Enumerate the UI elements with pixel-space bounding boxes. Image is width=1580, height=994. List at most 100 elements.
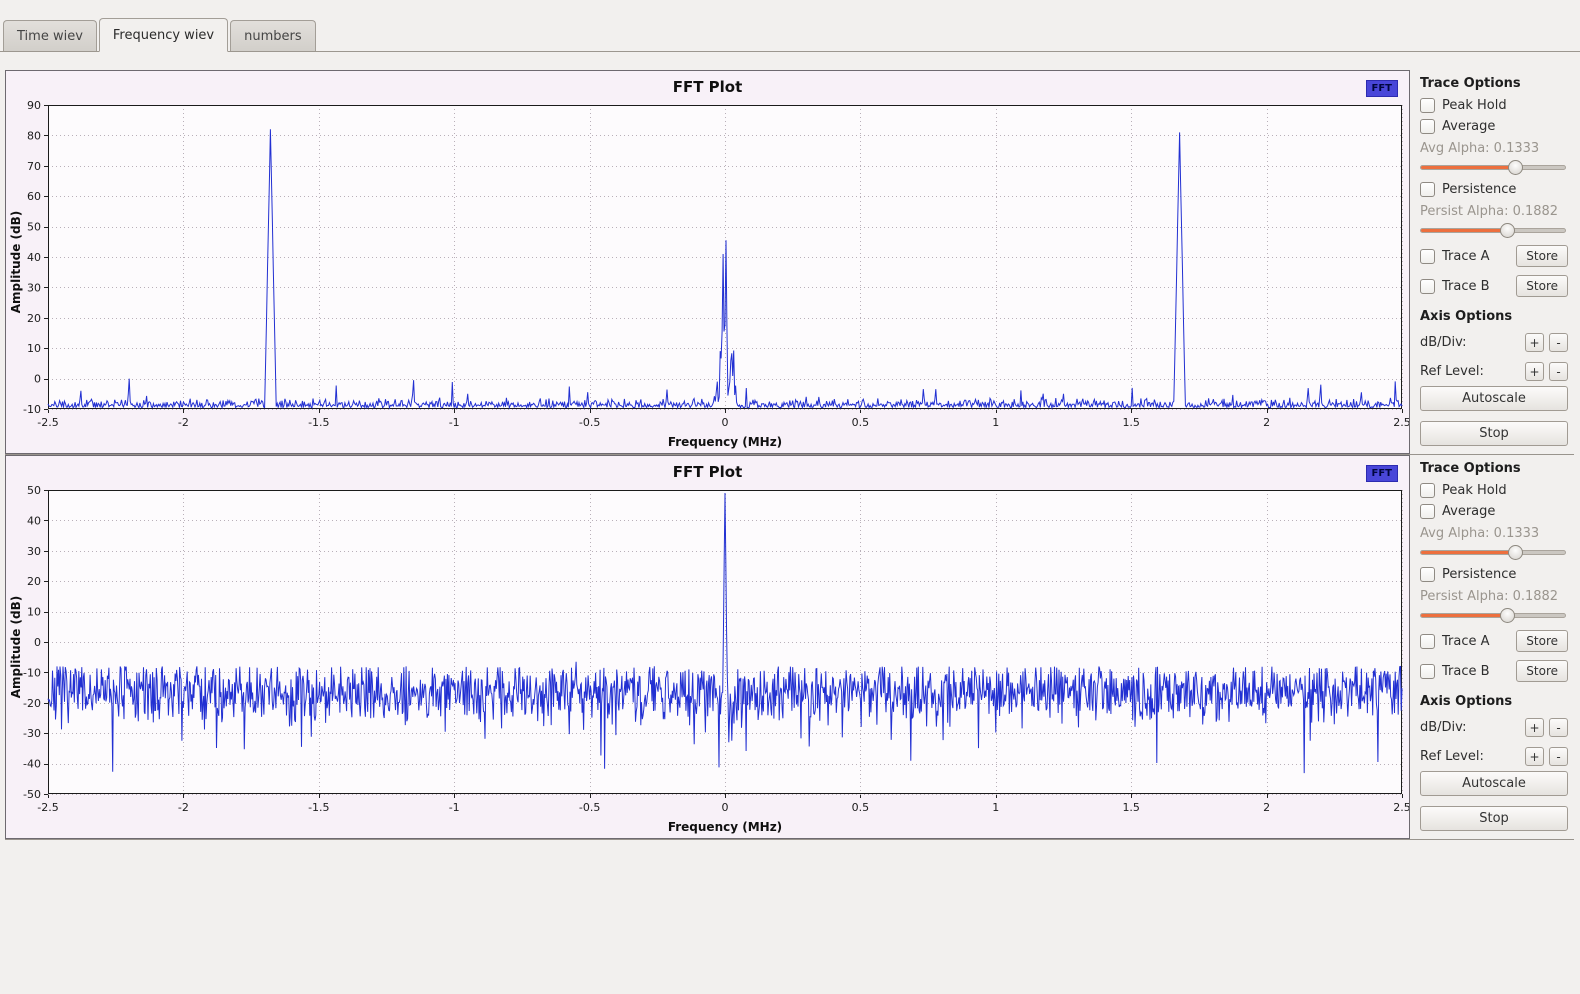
svg-text:0: 0 [722, 416, 729, 429]
slider-handle[interactable] [1508, 160, 1523, 175]
persist-alpha-label: Persist Alpha: 0.1882 [1420, 204, 1568, 219]
checkbox-box[interactable] [1420, 119, 1435, 134]
autoscale-button[interactable]: Autoscale [1420, 771, 1568, 796]
persistence-label: Persistence [1442, 567, 1516, 582]
ref-level-label: Ref Level: [1420, 749, 1520, 764]
svg-text:10: 10 [27, 342, 41, 355]
svg-text:1: 1 [992, 416, 999, 429]
fft-panel-1: -2.5-2-1.5-1-0.500.511.522.5908070605040… [5, 70, 1574, 455]
trace-a-label: Trace A [1442, 634, 1490, 649]
svg-text:70: 70 [27, 160, 41, 173]
fft-legend-badge[interactable]: FFT [1366, 465, 1398, 482]
svg-text:2: 2 [1263, 801, 1270, 814]
trace-a-checkbox[interactable] [1420, 634, 1435, 649]
svg-text:1.5: 1.5 [1122, 801, 1140, 814]
checkbox-box[interactable] [1420, 98, 1435, 113]
fft-plotbox-2: -2.5-2-1.5-1-0.500.511.522.550403020100-… [5, 455, 1410, 839]
trace-a-row: Trace A Store [1420, 245, 1568, 267]
slider-fill [1421, 229, 1507, 232]
persist-alpha-label: Persist Alpha: 0.1882 [1420, 589, 1568, 604]
fft-plot-canvas-1[interactable]: -2.5-2-1.5-1-0.500.511.522.5908070605040… [6, 71, 1409, 453]
slider-track[interactable] [1420, 550, 1566, 555]
tab-time-wiev[interactable]: Time wiev [3, 20, 97, 51]
ref-level-plus-button[interactable]: + [1525, 747, 1544, 766]
avg-alpha-label: Avg Alpha: 0.1333 [1420, 526, 1568, 541]
ref-level-label: Ref Level: [1420, 364, 1520, 379]
slider-track[interactable] [1420, 165, 1566, 170]
checkbox-box[interactable] [1420, 483, 1435, 498]
trace-a-store-button[interactable]: Store [1516, 630, 1568, 652]
svg-text:40: 40 [27, 251, 41, 264]
svg-text:-2: -2 [178, 801, 189, 814]
average-checkbox[interactable]: Average [1420, 119, 1568, 134]
slider-fill [1421, 614, 1507, 617]
svg-text:0.5: 0.5 [852, 416, 870, 429]
svg-text:0.5: 0.5 [852, 801, 870, 814]
stop-button[interactable]: Stop [1420, 806, 1568, 831]
peak-hold-checkbox[interactable]: Peak Hold [1420, 98, 1568, 113]
svg-text:-2.5: -2.5 [37, 416, 58, 429]
svg-text:2.5: 2.5 [1393, 416, 1409, 429]
average-label: Average [1442, 119, 1495, 134]
db-div-minus-button[interactable]: - [1549, 718, 1568, 737]
ref-level-row: Ref Level: + - [1420, 747, 1568, 766]
ref-level-row: Ref Level: + - [1420, 362, 1568, 381]
db-div-plus-button[interactable]: + [1525, 718, 1544, 737]
db-div-label: dB/Div: [1420, 335, 1520, 350]
svg-text:2.5: 2.5 [1393, 801, 1409, 814]
svg-text:40: 40 [27, 514, 41, 527]
checkbox-box[interactable] [1420, 182, 1435, 197]
checkbox-box[interactable] [1420, 567, 1435, 582]
slider-handle[interactable] [1500, 608, 1515, 623]
svg-text:-1.5: -1.5 [308, 801, 329, 814]
svg-text:30: 30 [27, 281, 41, 294]
checkbox-box[interactable] [1420, 504, 1435, 519]
ref-level-minus-button[interactable]: - [1549, 747, 1568, 766]
trace-b-checkbox[interactable] [1420, 664, 1435, 679]
slider-track[interactable] [1420, 228, 1566, 233]
tab-bar: Time wiev Frequency wiev numbers [0, 0, 1580, 52]
db-div-plus-button[interactable]: + [1525, 333, 1544, 352]
tab-frequency-wiev[interactable]: Frequency wiev [99, 18, 228, 52]
fft-legend-badge[interactable]: FFT [1366, 80, 1398, 97]
trace-options-header: Trace Options [1420, 461, 1568, 476]
trace-b-label: Trace B [1442, 664, 1490, 679]
svg-text:2: 2 [1263, 416, 1270, 429]
fft-plot-canvas-2[interactable]: -2.5-2-1.5-1-0.500.511.522.550403020100-… [6, 456, 1409, 838]
persistence-checkbox[interactable]: Persistence [1420, 182, 1568, 197]
avg-alpha-slider[interactable] [1420, 160, 1566, 174]
tab-content: -2.5-2-1.5-1-0.500.511.522.5908070605040… [0, 52, 1580, 992]
svg-text:-1: -1 [449, 801, 460, 814]
ref-level-minus-button[interactable]: - [1549, 362, 1568, 381]
autoscale-button[interactable]: Autoscale [1420, 386, 1568, 411]
avg-alpha-slider[interactable] [1420, 545, 1566, 559]
tab-numbers[interactable]: numbers [230, 20, 316, 51]
slider-fill [1421, 166, 1516, 169]
persistence-label: Persistence [1442, 182, 1516, 197]
svg-text:-1.5: -1.5 [308, 416, 329, 429]
x-axis-label: Frequency (MHz) [48, 435, 1402, 449]
x-axis-label: Frequency (MHz) [48, 820, 1402, 834]
svg-text:-2: -2 [178, 416, 189, 429]
slider-handle[interactable] [1508, 545, 1523, 560]
svg-text:20: 20 [27, 312, 41, 325]
persist-alpha-slider[interactable] [1420, 223, 1566, 237]
persistence-checkbox[interactable]: Persistence [1420, 567, 1568, 582]
average-checkbox[interactable]: Average [1420, 504, 1568, 519]
svg-text:-20: -20 [23, 697, 41, 710]
trace-a-row: Trace A Store [1420, 630, 1568, 652]
trace-a-checkbox[interactable] [1420, 249, 1435, 264]
trace-b-store-button[interactable]: Store [1516, 275, 1568, 297]
db-div-minus-button[interactable]: - [1549, 333, 1568, 352]
persist-alpha-slider[interactable] [1420, 608, 1566, 622]
stop-button[interactable]: Stop [1420, 421, 1568, 446]
slider-handle[interactable] [1500, 223, 1515, 238]
svg-text:-0.5: -0.5 [579, 416, 600, 429]
trace-b-store-button[interactable]: Store [1516, 660, 1568, 682]
ref-level-plus-button[interactable]: + [1525, 362, 1544, 381]
trace-a-store-button[interactable]: Store [1516, 245, 1568, 267]
trace-b-checkbox[interactable] [1420, 279, 1435, 294]
svg-text:-1: -1 [449, 416, 460, 429]
peak-hold-checkbox[interactable]: Peak Hold [1420, 483, 1568, 498]
slider-track[interactable] [1420, 613, 1566, 618]
